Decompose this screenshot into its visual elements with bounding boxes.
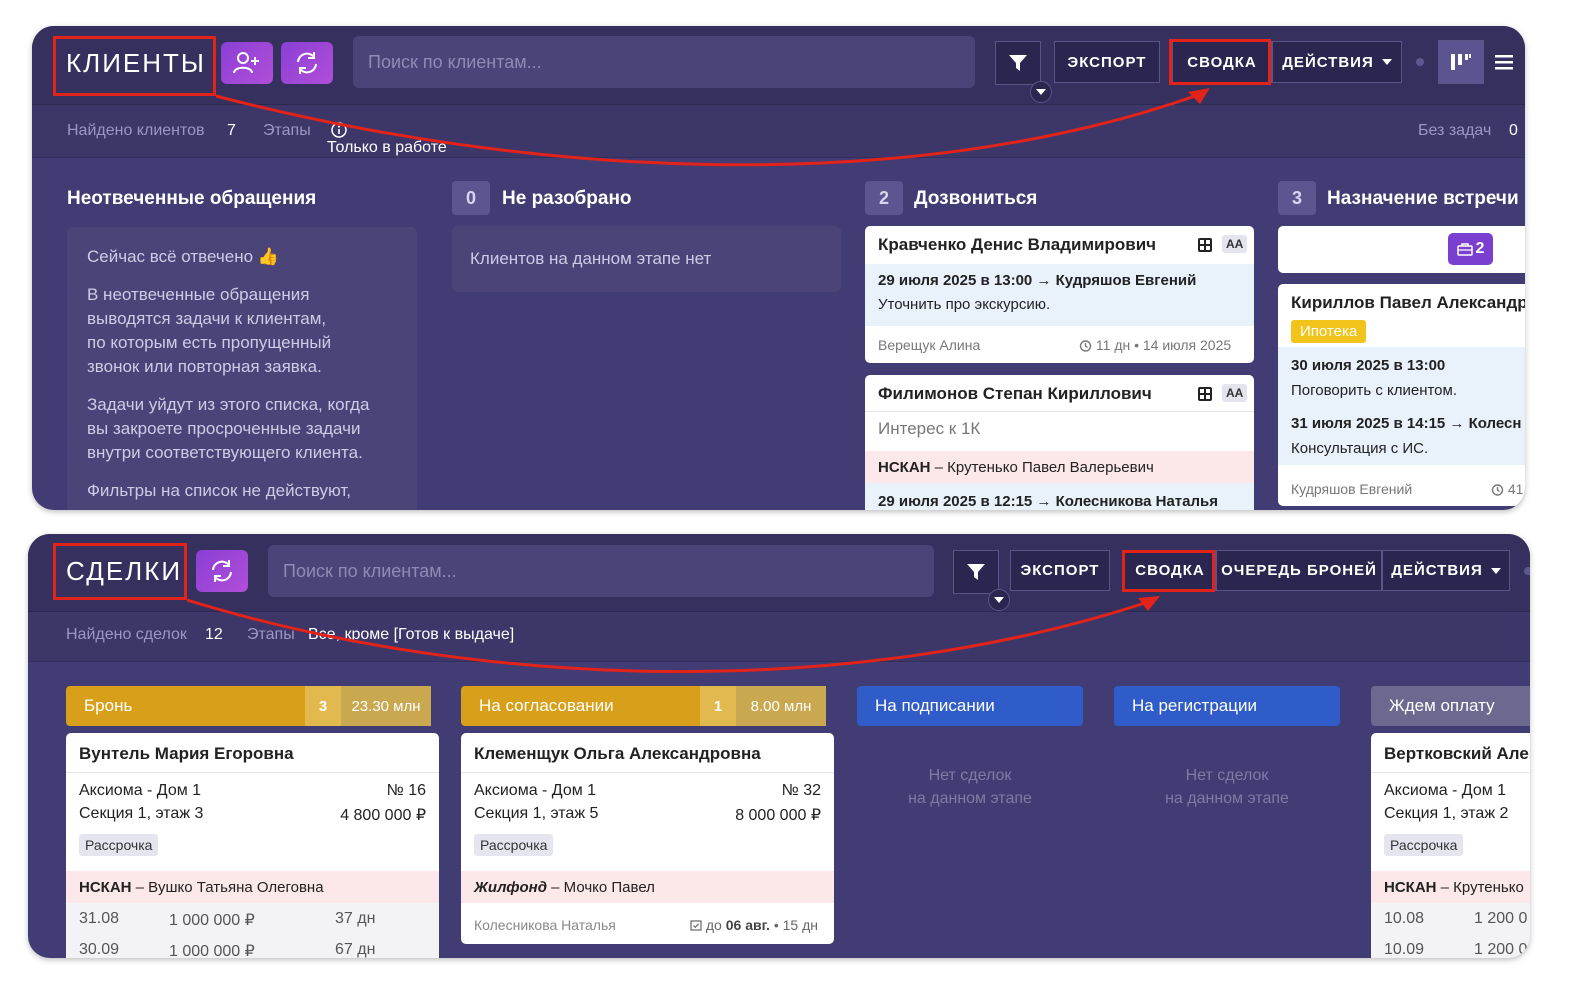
- annotation-arrows: [186, 88, 1210, 674]
- annotation-arrow-clients: [215, 93, 1199, 167]
- annotation-arrow-deals: [186, 598, 1149, 674]
